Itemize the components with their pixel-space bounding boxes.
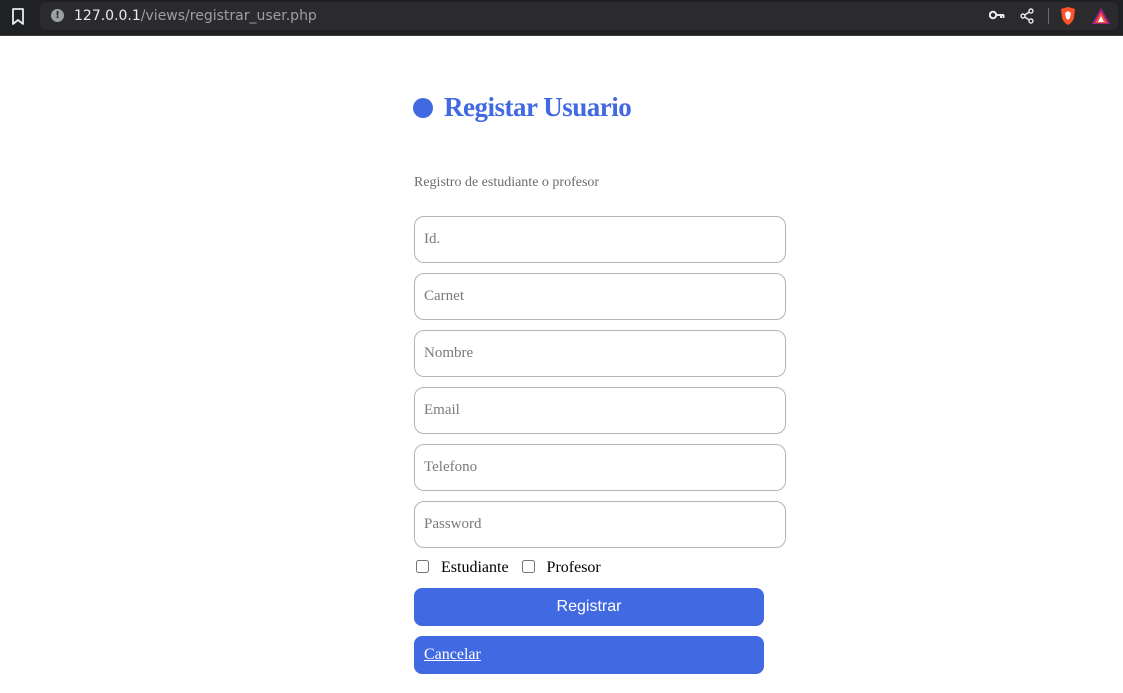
estudiante-checkbox[interactable] [416, 559, 429, 573]
cancelar-link[interactable]: Cancelar [424, 646, 481, 663]
url-path: /views/registrar_user.php [140, 8, 317, 24]
url-text[interactable]: 127.0.0.1/views/registrar_user.php [74, 8, 317, 24]
address-bar[interactable]: ! 127.0.0.1/views/registrar_user.php [40, 2, 1118, 30]
carnet-field[interactable] [414, 273, 786, 320]
info-icon[interactable]: ! [51, 9, 64, 22]
password-field[interactable] [414, 501, 786, 548]
brave-rewards-icon[interactable] [1091, 7, 1111, 25]
browser-toolbar: ! 127.0.0.1/views/registrar_user.php [0, 0, 1123, 36]
nombre-field[interactable] [414, 330, 786, 377]
share-icon[interactable] [1020, 8, 1034, 24]
cancelar-button[interactable]: Cancelar [414, 636, 764, 674]
page-title: Registar Usuario [444, 92, 632, 122]
telefono-field[interactable] [414, 444, 786, 491]
page-subtitle: Registro de estudiante o profesor [414, 175, 600, 190]
registrar-button[interactable]: Registrar [414, 588, 764, 626]
toolbar-divider [1048, 8, 1049, 24]
profesor-label[interactable]: Profesor [547, 559, 601, 576]
brave-shield-icon[interactable] [1059, 6, 1077, 26]
estudiante-label[interactable]: Estudiante [441, 559, 509, 576]
title-dot-icon [413, 98, 433, 118]
id-field[interactable] [414, 216, 786, 263]
role-checkbox-group: Estudiante Profesor [416, 559, 601, 579]
key-icon[interactable] [989, 9, 1005, 21]
url-host: 127.0.0.1 [74, 8, 141, 24]
bookmark-icon[interactable] [11, 8, 25, 26]
profesor-checkbox[interactable] [521, 559, 535, 573]
email-field[interactable] [414, 387, 786, 434]
